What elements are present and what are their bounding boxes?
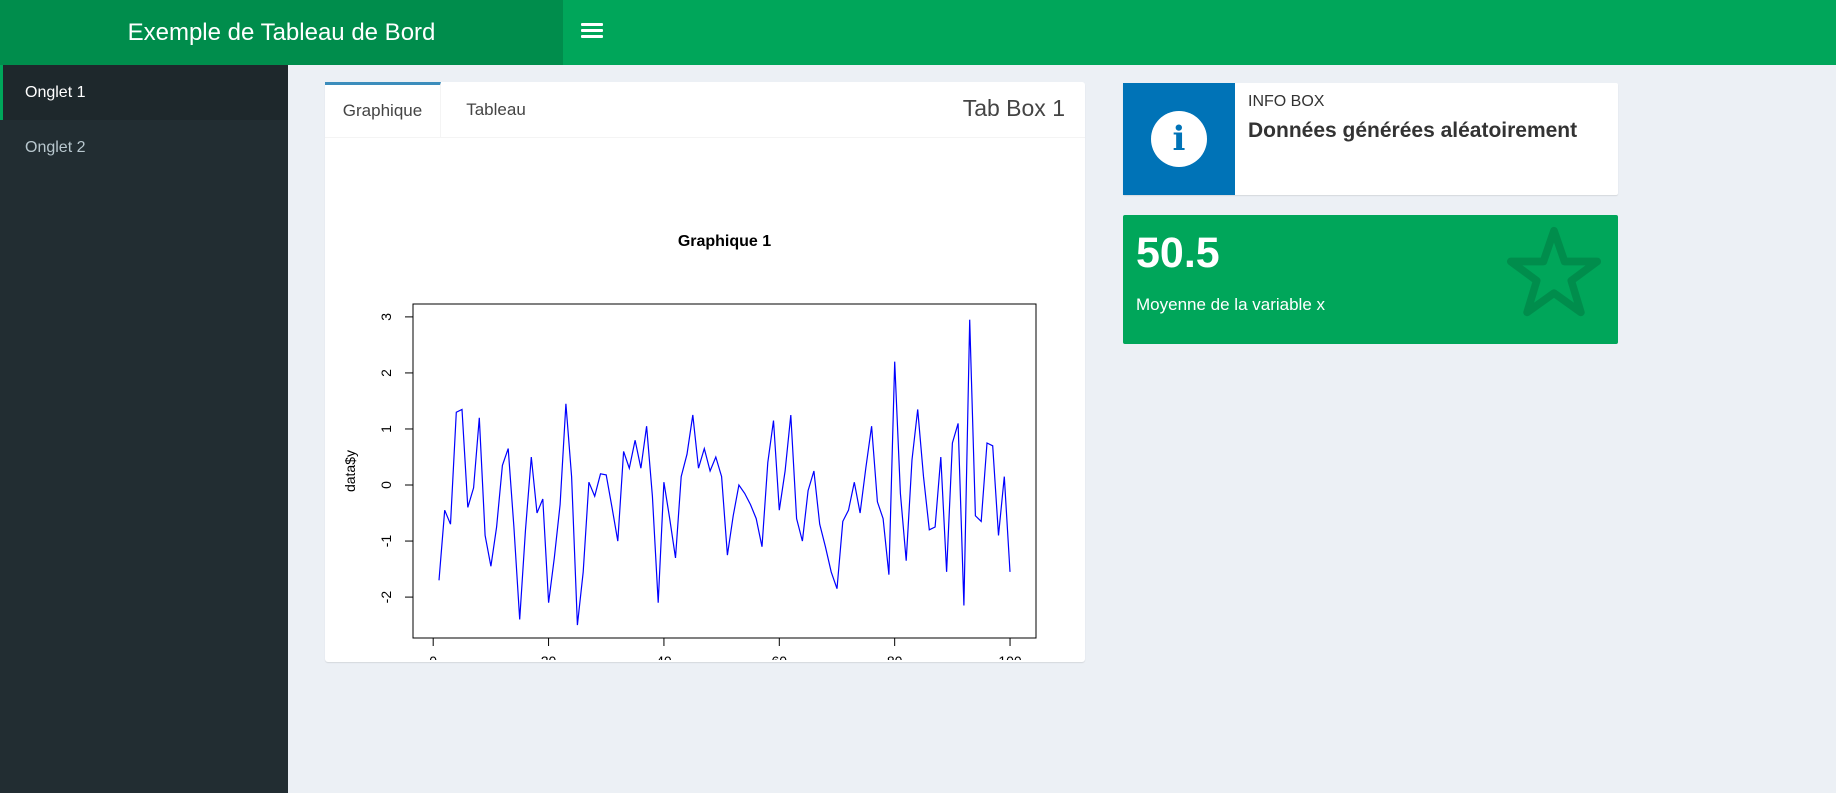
x-tick-label: 20 <box>541 653 557 660</box>
tab-box-title: Tab Box 1 <box>962 95 1065 121</box>
tab-graphique[interactable]: Graphique <box>325 82 441 137</box>
x-tick-label: 0 <box>429 653 437 660</box>
tab-label: Tableau <box>466 99 526 119</box>
x-tick-label: 100 <box>998 653 1022 660</box>
tab-box: Graphique Tableau Tab Box 1 Graphique 10… <box>325 82 1085 662</box>
x-tick-label: 80 <box>887 653 903 660</box>
sidebar-item-label: Onglet 2 <box>25 138 86 156</box>
app-title[interactable]: Exemple de Tableau de Bord <box>0 0 563 65</box>
x-tick-label: 40 <box>656 653 672 660</box>
menu-toggle-icon[interactable] <box>581 20 603 42</box>
y-tick-label: 0 <box>378 481 394 489</box>
y-tick-label: 1 <box>378 425 394 433</box>
app-title-text: Exemple de Tableau de Bord <box>127 18 436 46</box>
y-tick-label: -2 <box>378 591 394 604</box>
y-tick-label: 2 <box>378 369 394 377</box>
series-line <box>438 319 1011 626</box>
tab-tableau[interactable]: Tableau <box>441 82 551 137</box>
line-chart: Graphique 1020406080100-2-10123data$xdat… <box>342 233 1037 660</box>
info-icon: i <box>1151 111 1207 167</box>
tab-bar: Graphique Tableau Tab Box 1 <box>325 82 1085 138</box>
info-box-label: INFO BOX <box>1248 93 1325 110</box>
sidebar: Onglet 1 Onglet 2 <box>0 65 288 793</box>
sidebar-item-label: Onglet 1 <box>25 83 86 101</box>
plot-frame <box>412 303 1037 639</box>
info-box-value: Données générées aléatoirement <box>1248 119 1578 142</box>
top-navbar <box>563 0 1836 65</box>
value-box-value: 50.5 <box>1136 229 1220 277</box>
y-tick-label: 3 <box>378 313 394 321</box>
y-axis-label: data$y <box>342 450 358 492</box>
sidebar-item-onglet-1[interactable]: Onglet 1 <box>0 65 288 120</box>
value-box: 50.5 Moyenne de la variable x <box>1123 215 1618 344</box>
tab-label: Graphique <box>342 101 423 120</box>
y-tick-label: -1 <box>378 535 394 548</box>
x-tick-label: 60 <box>772 653 788 660</box>
info-box: i INFO BOX Données générées aléatoiremen… <box>1123 83 1618 195</box>
sidebar-item-onglet-2[interactable]: Onglet 2 <box>0 120 288 175</box>
star-icon <box>1506 226 1602 317</box>
chart-title: Graphique 1 <box>678 233 771 250</box>
info-box-icon-area: i <box>1123 83 1235 195</box>
value-box-subtitle: Moyenne de la variable x <box>1136 295 1326 314</box>
